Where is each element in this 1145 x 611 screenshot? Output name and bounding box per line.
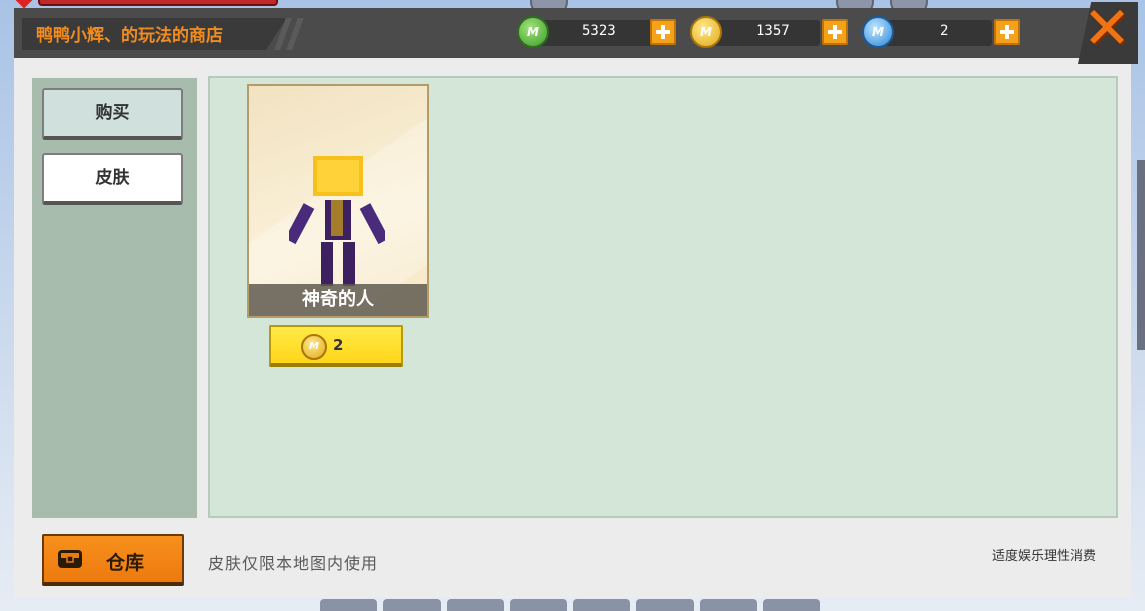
currency-panel-blue xyxy=(880,20,992,46)
shop-sidebar: 购买 皮肤 xyxy=(32,78,197,518)
background-scenery xyxy=(1137,160,1145,350)
shop-panel: 鸭鸭小辉、的玩法的商店 M 5323 M 1357 M 2 ✕ 购买 皮肤 神奇… xyxy=(14,0,1138,598)
health-bar xyxy=(38,0,278,6)
green-coin-icon: M xyxy=(517,16,549,48)
header-stripes xyxy=(274,18,314,50)
tab-buy[interactable]: 购买 xyxy=(42,88,183,140)
item-price: 2 xyxy=(333,336,344,354)
add-blue-coin-button[interactable] xyxy=(994,19,1020,45)
currency-amount-gold: 1357 xyxy=(756,23,790,39)
background-hotbar xyxy=(320,599,820,611)
shop-title: 鸭鸭小辉、的玩法的商店 xyxy=(36,26,223,46)
item-name: 神奇的人 xyxy=(249,284,427,316)
currency-amount-blue: 2 xyxy=(940,23,949,39)
skin-figure-icon xyxy=(289,156,385,286)
chest-icon xyxy=(58,550,82,568)
consumption-disclaimer: 适度娱乐理性消费 xyxy=(992,549,1097,564)
warehouse-label: 仓库 xyxy=(106,552,145,574)
blue-coin-icon: M xyxy=(862,16,894,48)
skin-usage-note: 皮肤仅限本地图内使用 xyxy=(208,554,379,573)
add-gold-coin-button[interactable] xyxy=(822,19,848,45)
currency-amount-green: 5323 xyxy=(582,23,616,39)
warehouse-button[interactable]: 仓库 xyxy=(42,534,184,586)
gold-coin-icon: M xyxy=(690,16,722,48)
buy-price-button[interactable]: M 2 xyxy=(269,325,403,367)
item-card[interactable]: 神奇的人 xyxy=(247,84,429,318)
close-icon[interactable]: ✕ xyxy=(1082,0,1132,57)
add-green-coin-button[interactable] xyxy=(650,19,676,45)
tab-skin[interactable]: 皮肤 xyxy=(42,153,183,205)
gold-coin-icon: M xyxy=(301,334,327,360)
shop-header: 鸭鸭小辉、的玩法的商店 M 5323 M 1357 M 2 xyxy=(14,8,1131,58)
